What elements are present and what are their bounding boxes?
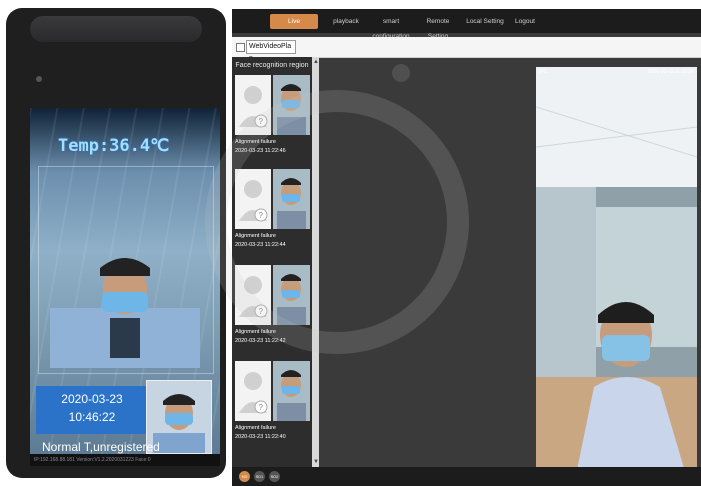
sd1-button[interactable]: SD1 [254,471,265,482]
captured-face-photo [273,75,310,135]
face-card[interactable]: ? Alignment failure 2020-03-23 11:22:40 [235,361,311,451]
card-timestamp: 2020-03-23 11:22:46 [235,148,286,154]
sensor-bar [30,16,202,42]
device-date: 2020-03-23 [61,392,123,406]
card-timestamp: 2020-03-23 11:22:42 [235,338,286,344]
bottom-bar: HD SD1 SD2 [232,467,701,486]
captured-face-photo [273,169,310,229]
hd-button[interactable]: HD [239,471,250,482]
unknown-person-icon: ? [235,169,271,229]
nav-logout[interactable]: Logout [510,14,540,29]
svg-text:?: ? [259,211,264,220]
person-image [50,258,200,368]
card-timestamp: 2020-03-23 11:22:40 [235,434,286,440]
svg-text:?: ? [259,307,264,316]
face-card[interactable]: ? Alignment failure 2020-03-23 11:22:42 [235,265,311,355]
captured-face-photo [273,265,310,325]
device-status: Normal T,unregistered [42,440,160,454]
face-recognition-panel: Face recognition region ? Alignment fail… [232,57,312,467]
temperature-readout: Temp:36.4℃ [58,136,170,156]
select-checkbox[interactable] [236,43,245,52]
face-card[interactable]: ? Alignment failure 2020-03-23 11:22:44 [235,169,311,259]
camera-icon [36,76,42,82]
sd2-button[interactable]: SD2 [269,471,280,482]
live-video[interactable]: IPC 2020-03-23 11:22:56 [536,67,697,475]
nav-playback[interactable]: playback [326,14,366,29]
toolbar: WebVideoPla ▾ [232,37,701,62]
card-status: Alignment failure [235,329,276,335]
device-footer: IP:192.168.88.181 Version:V1.2.202003122… [30,454,220,466]
nav-local-setting[interactable]: Local Setting [464,14,506,29]
scroll-up-icon[interactable]: ▲ [313,59,319,65]
device-screen: Temp:36.4℃ 2020-03-23 10:46:22 Normal T,… [30,108,220,466]
video-osd-label: IPC [539,69,548,75]
panel-scrollbar[interactable]: ▲ ▼ [312,57,319,467]
card-status: Alignment failure [235,425,276,431]
video-timestamp: 2020-03-23 11:22:56 [647,69,694,75]
nav-smart-configuration[interactable]: smart configuration [366,14,416,40]
plugin-select[interactable]: WebVideoPla ▾ [246,40,296,62]
plugin-select-value: WebVideoPla [249,43,292,50]
top-nav: Live playback smart configuration Remote… [232,9,701,40]
nav-live[interactable]: Live [270,14,318,29]
device-photo: Temp:36.4℃ 2020-03-23 10:46:22 Normal T,… [6,8,226,478]
card-status: Alignment failure [235,233,276,239]
card-timestamp: 2020-03-23 11:22:44 [235,242,286,248]
svg-text:?: ? [259,403,264,412]
unknown-person-icon: ? [235,75,271,135]
svg-text:?: ? [259,117,264,126]
unknown-person-icon: ? [235,361,271,421]
scroll-down-icon[interactable]: ▼ [313,459,319,465]
camera-feed-image [536,67,697,475]
datetime-box: 2020-03-23 10:46:22 [36,386,148,434]
nav-remote-setting[interactable]: Remote Setting [418,14,458,40]
face-card[interactable]: ? Alignment failure 2020-03-23 11:22:46 [235,75,311,165]
web-client: Live playback smart configuration Remote… [232,9,701,486]
captured-face-photo [273,361,310,421]
device-time: 10:46:22 [68,410,116,424]
panel-title: Face recognition region [235,62,309,69]
watermark-dot [392,64,410,82]
card-status: Alignment failure [235,139,276,145]
unknown-person-icon: ? [235,265,271,325]
